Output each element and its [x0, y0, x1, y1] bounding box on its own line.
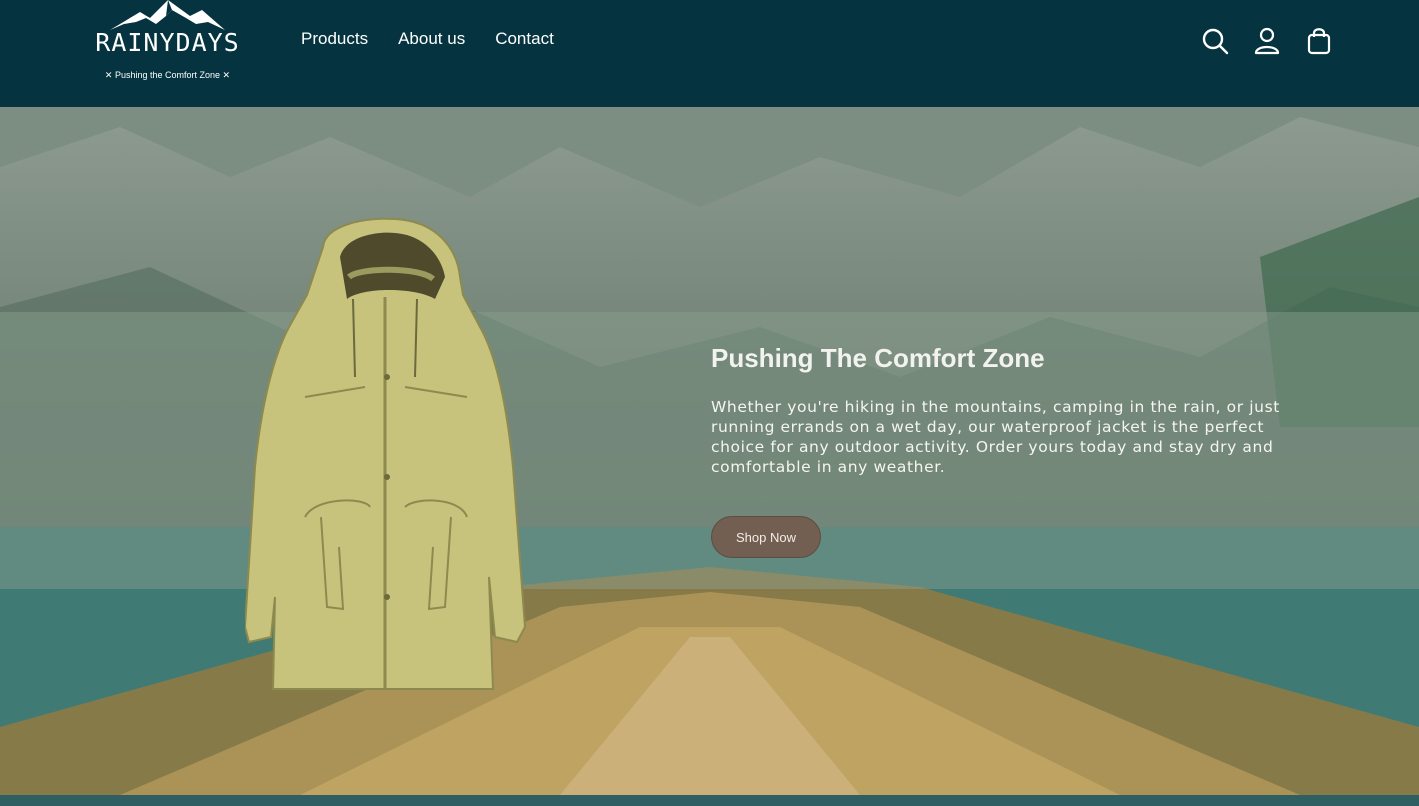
jacket-image [245, 217, 527, 690]
nav-about-us[interactable]: About us [398, 29, 465, 49]
brand-logo[interactable]: RAINYDAYS ✕ Pushing the Comfort Zone ✕ [90, 0, 245, 86]
brand-name: RAINYDAYS [95, 28, 240, 57]
header-icons [1200, 26, 1334, 56]
main-nav: Products About us Contact [301, 29, 554, 49]
footer-strip [0, 795, 1419, 806]
nav-contact[interactable]: Contact [495, 29, 554, 49]
brand-tagline: ✕ Pushing the Comfort Zone ✕ [104, 70, 231, 80]
cart-icon[interactable] [1304, 26, 1334, 56]
shop-now-button[interactable]: Shop Now [711, 516, 821, 558]
hero-title: Pushing The Comfort Zone [711, 343, 1045, 373]
site-header: RAINYDAYS ✕ Pushing the Comfort Zone ✕ P… [0, 0, 1419, 107]
hero-description: Whether you're hiking in the mountains, … [711, 398, 1280, 476]
search-icon[interactable] [1200, 26, 1230, 56]
hero-section: Pushing The Comfort Zone Whether you're … [0, 107, 1419, 795]
nav-products[interactable]: Products [301, 29, 368, 49]
user-icon[interactable] [1252, 26, 1282, 56]
